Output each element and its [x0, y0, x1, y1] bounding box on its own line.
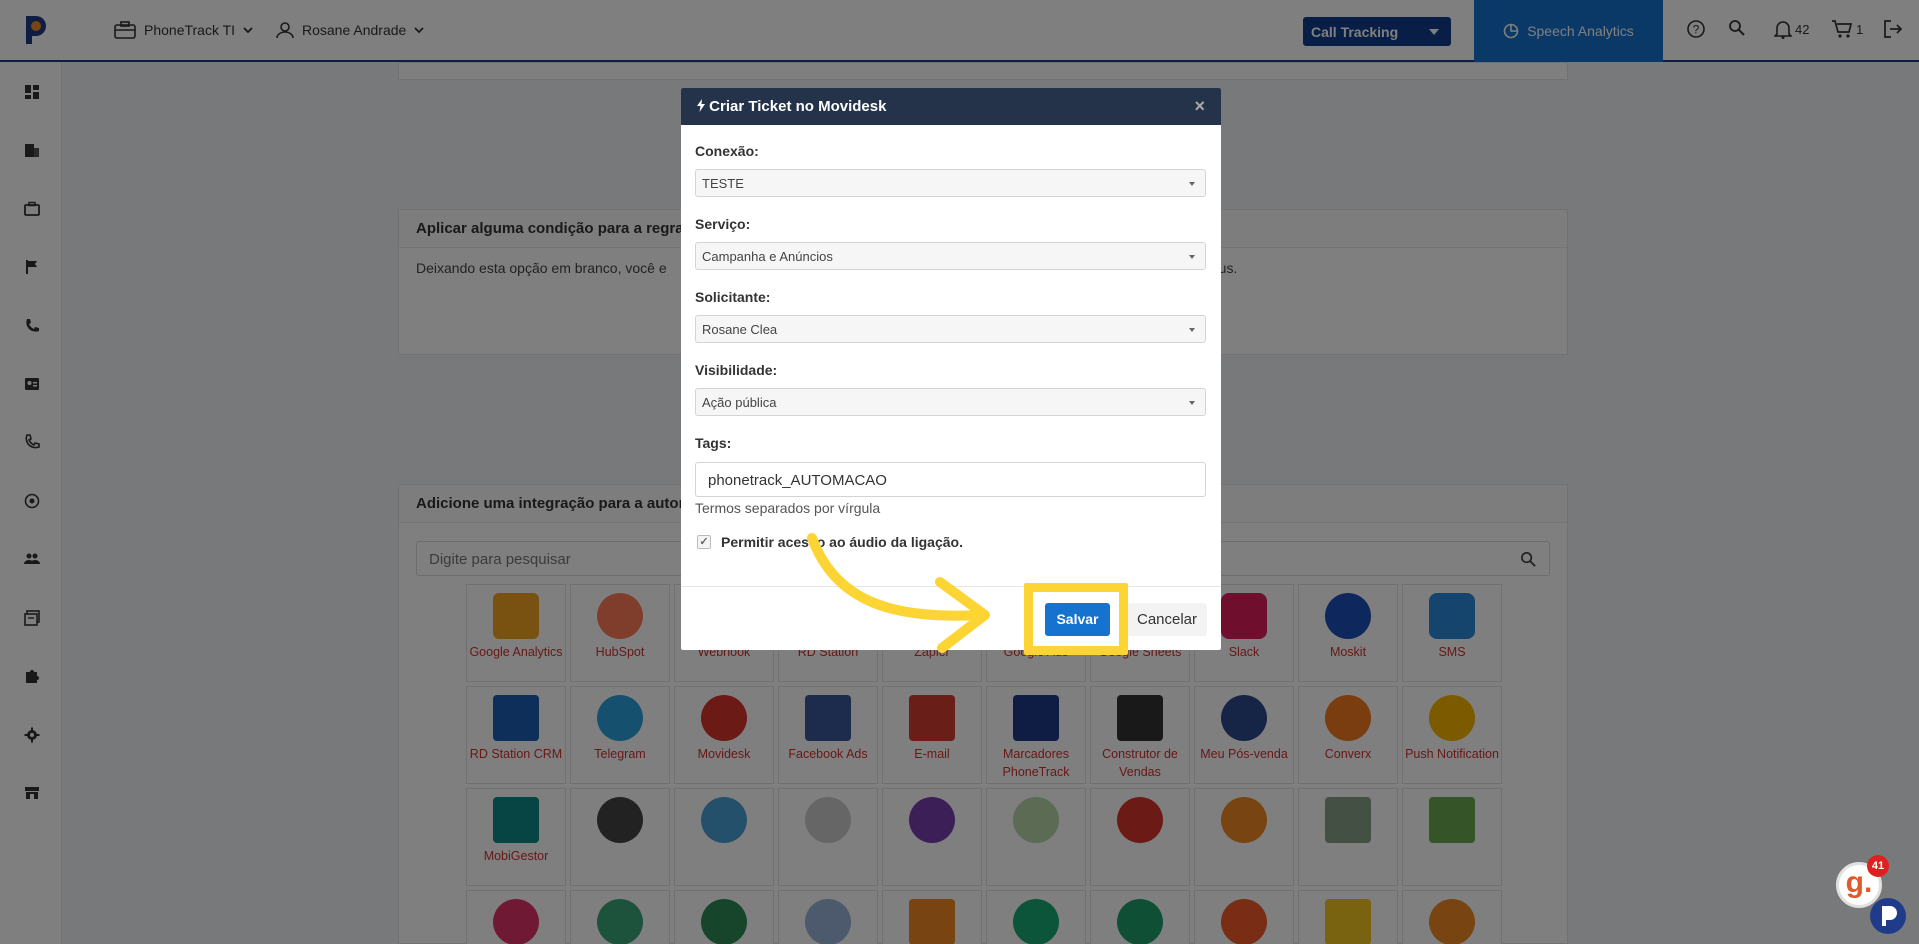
service-select[interactable]: Campanha e Anúncios [695, 242, 1206, 270]
requester-label: Solicitante: [695, 289, 771, 305]
modal-header: Criar Ticket no Movidesk × [681, 88, 1221, 125]
service-value: Campanha e Anúncios [702, 249, 833, 264]
cancel-button[interactable]: Cancelar [1127, 603, 1207, 636]
audio-access-checkbox[interactable]: ✓ [697, 535, 711, 549]
visibility-label: Visibilidade: [695, 362, 778, 378]
tags-value: phonetrack_AUTOMACAO [708, 472, 887, 489]
lightning-icon [697, 99, 705, 112]
tags-input[interactable]: phonetrack_AUTOMACAO [695, 462, 1206, 497]
caret-down-icon [1189, 255, 1195, 259]
chat-button[interactable] [1870, 898, 1906, 934]
requester-value: Rosane Clea [702, 322, 778, 337]
caret-down-icon [1189, 401, 1195, 405]
pointer-arrow-icon [807, 533, 990, 653]
requester-select[interactable]: Rosane Clea [695, 315, 1206, 343]
close-icon[interactable]: × [1194, 96, 1205, 117]
guide-count: 41 [1867, 855, 1889, 877]
chat-icon [1882, 906, 1897, 926]
connection-select[interactable]: TESTE [695, 169, 1206, 197]
modal-title: Criar Ticket no Movidesk [709, 98, 887, 115]
caret-down-icon [1189, 328, 1195, 332]
visibility-value: Ação pública [702, 395, 777, 410]
caret-down-icon [1189, 182, 1195, 186]
tags-label: Tags: [695, 435, 732, 451]
visibility-select[interactable]: Ação pública [695, 388, 1206, 416]
connection-value: TESTE [702, 176, 744, 191]
connection-label: Conexão: [695, 143, 759, 159]
tags-hint: Termos separados por vírgula [695, 500, 881, 516]
service-label: Serviço: [695, 216, 751, 232]
